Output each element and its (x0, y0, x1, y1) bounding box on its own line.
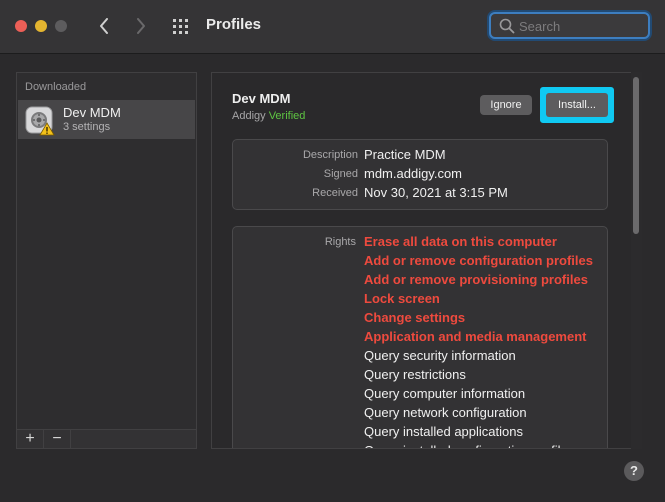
install-button[interactable]: Install... (546, 93, 608, 117)
received-value: Nov 30, 2021 at 3:15 PM (364, 185, 508, 200)
sidebar-item-dev-mdm[interactable]: Dev MDM 3 settings (18, 100, 195, 139)
rights-item: Add or remove configuration profiles (364, 253, 593, 268)
description-label: Description (302, 149, 358, 161)
back-button[interactable] (93, 15, 115, 37)
chevron-left-icon (100, 18, 108, 34)
profile-rights-card: Rights Erase all data on this computer Ad… (232, 226, 608, 448)
rights-item: Application and media management (364, 329, 587, 344)
rights-item: Query computer information (364, 386, 526, 401)
profile-info-card: Description Practice MDM Signed mdm.addi… (232, 139, 608, 210)
rights-item: Query security information (364, 348, 516, 363)
profile-gear-icon (25, 106, 55, 136)
search-icon (499, 18, 515, 34)
search-field[interactable] (489, 12, 650, 39)
rights-item: Add or remove provisioning profiles (364, 272, 588, 287)
zoom-window-button[interactable] (55, 20, 67, 32)
profile-sidebar: Downloaded Dev MDM 3 settings + − (16, 72, 197, 449)
description-row: Description Practice MDM (233, 146, 609, 165)
rights-label: Rights (324, 236, 356, 248)
close-window-button[interactable] (15, 20, 27, 32)
install-button-highlight[interactable]: Install... (540, 87, 614, 123)
search-input[interactable] (519, 16, 639, 36)
profile-detail-pane: Dev MDM Addigy Verified Ignore Install..… (211, 72, 642, 449)
verified-badge: Verified (268, 110, 306, 122)
ignore-button[interactable]: Ignore (480, 95, 532, 115)
help-button[interactable]: ? (624, 461, 644, 481)
rights-item: Query installed configuration profiles (364, 443, 593, 448)
profile-name: Dev MDM (232, 91, 291, 106)
grid-icon (173, 19, 188, 34)
rights-item: Query installed applications (364, 424, 523, 439)
scrollbar-thumb[interactable] (633, 77, 639, 234)
signed-value: mdm.addigy.com (364, 166, 463, 181)
signed-label: Signed (323, 168, 358, 180)
received-row: Received Nov 30, 2021 at 3:15 PM (233, 184, 609, 203)
forward-button[interactable] (130, 15, 152, 37)
sidebar-item-name: Dev MDM (63, 105, 121, 120)
sidebar-section-label: Downloaded (25, 81, 87, 93)
window-title: Profiles (206, 16, 262, 33)
description-value: Practice MDM (364, 147, 446, 162)
rights-item: Query restrictions (364, 367, 466, 382)
add-profile-button[interactable]: + (17, 430, 44, 448)
remove-profile-button[interactable]: − (44, 430, 71, 448)
organization-name: Addigy (232, 110, 266, 122)
sidebar-footer: + − (17, 429, 196, 448)
show-all-button[interactable] (170, 16, 192, 36)
profile-organization: Addigy Verified (232, 110, 305, 122)
sidebar-item-detail: 3 settings (63, 121, 111, 133)
received-label: Received (312, 187, 358, 199)
rights-item: Query network configuration (364, 405, 527, 420)
signed-row: Signed mdm.addigy.com (233, 165, 609, 184)
rights-item: Erase all data on this computer (364, 234, 557, 249)
minimize-window-button[interactable] (35, 20, 47, 32)
rights-item: Change settings (364, 310, 466, 325)
rights-item: Lock screen (364, 291, 440, 306)
chevron-right-icon (137, 18, 145, 34)
rights-list: Erase all data on this computer Add or re… (364, 234, 593, 448)
title-bar: Profiles (0, 0, 665, 54)
